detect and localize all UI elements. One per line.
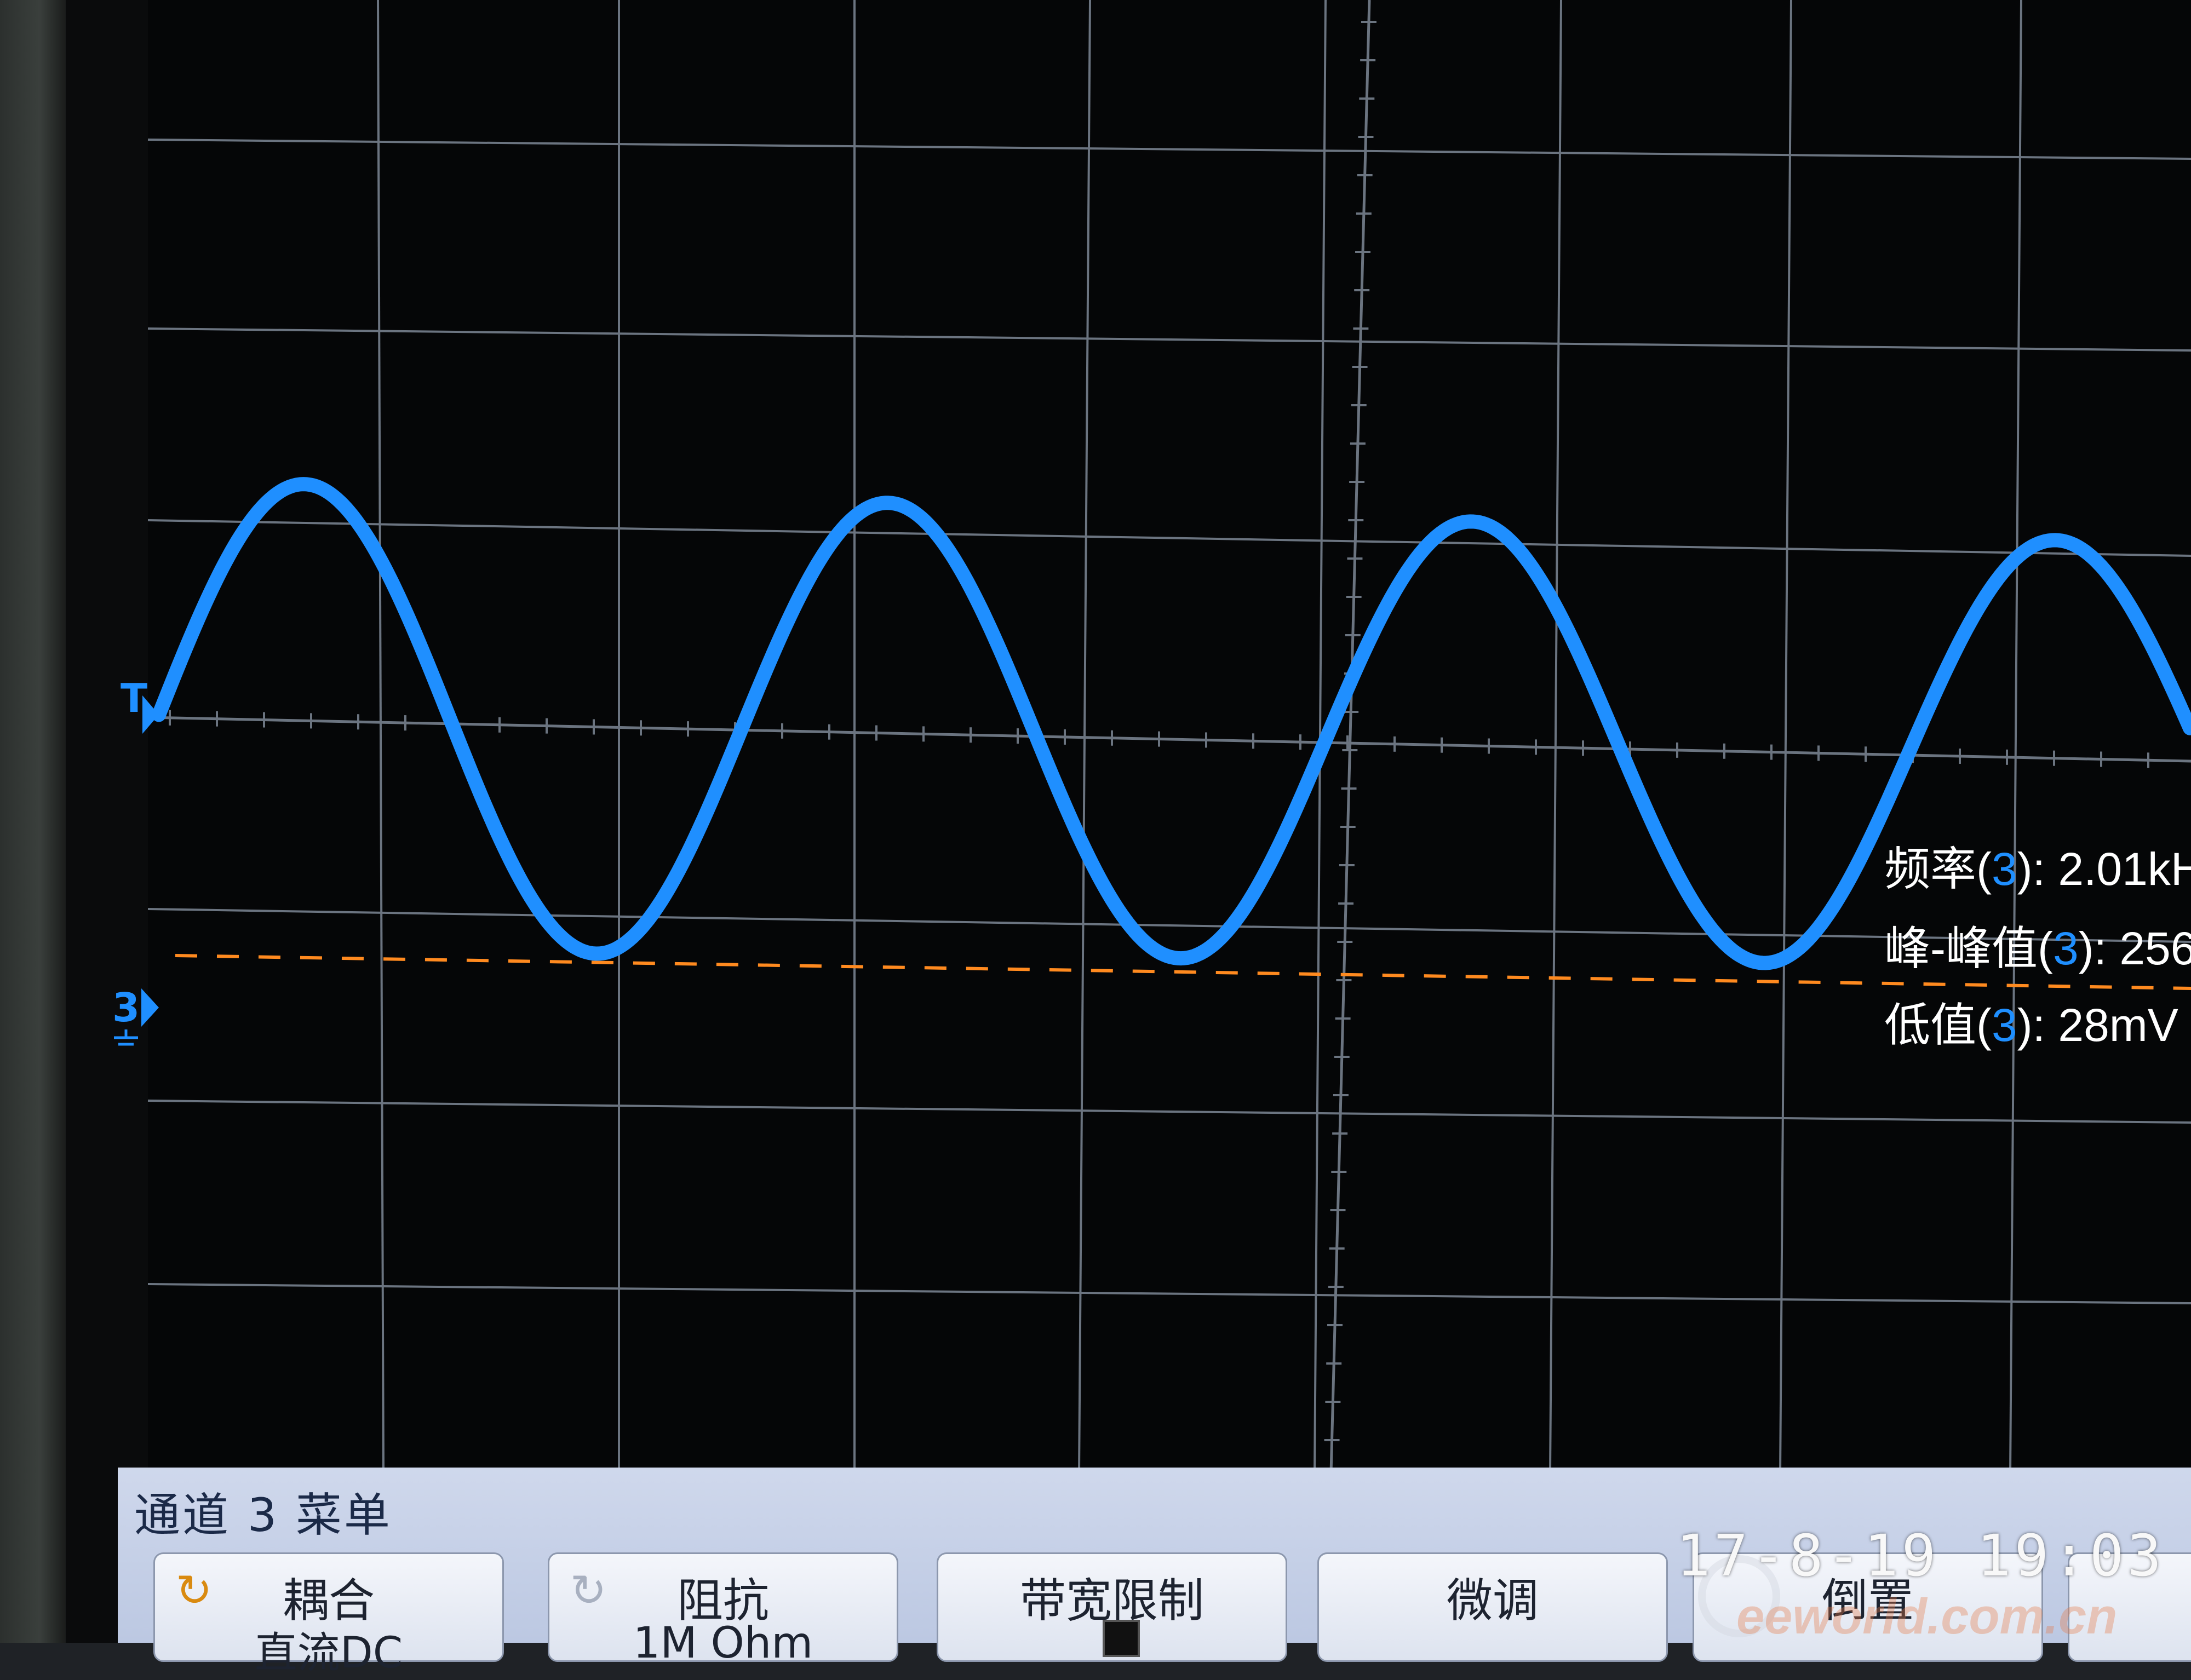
grid-hline <box>147 1100 2191 1124</box>
bandwidth-limit-checkbox[interactable] <box>1103 1620 1140 1657</box>
grid-hline <box>147 519 2191 557</box>
softkey-vernier[interactable]: 微调 <box>1317 1552 1668 1662</box>
grid-vline <box>377 0 385 1474</box>
softkey-coupling[interactable]: ↻ 耦合 直流DC <box>153 1552 504 1678</box>
softkey-bandwidth-limit[interactable]: 带宽限制 <box>937 1552 1287 1662</box>
grid-vline <box>2009 0 2022 1474</box>
softkey-label: 微调 <box>1446 1574 1539 1627</box>
grid-hline <box>147 1283 2191 1304</box>
watermark: eeworld.com.cn <box>1736 1589 2118 1644</box>
trigger-arrow-icon <box>142 695 159 734</box>
measurement-low: 低值(3): 28mV <box>1884 999 2178 1051</box>
monitor-bezel <box>0 0 66 1643</box>
menu-title: 通道 3 菜单 <box>134 1488 392 1542</box>
ground-marker: 3 <box>112 985 140 1031</box>
grid-hline <box>147 139 2191 160</box>
measurement-peak-to-peak: 峰-峰值(3): 256mV <box>1884 923 2191 974</box>
axis-minor-ticks <box>169 21 2149 1441</box>
timestamp: 17-8-19 19:03 <box>1676 1522 2165 1589</box>
measurement-frequency: 频率(3): 2.01kHz <box>1884 843 2191 895</box>
grid-vline <box>1549 0 1562 1474</box>
grid-vline <box>1779 0 1792 1474</box>
softkey-value: 直流DC <box>254 1629 403 1678</box>
ground-arrow-icon <box>141 988 159 1027</box>
grid-hline <box>147 327 2191 352</box>
center-axis-vertical <box>1329 0 1371 1474</box>
softkey-impedance[interactable]: ↻ 阻抗 1M Ohm <box>548 1552 898 1668</box>
screen-border <box>66 0 148 1643</box>
oscilloscope-screen: T 3 频率(3): 2.01kHz 峰-峰值(3): 256mV 低值(3):… <box>112 0 2191 1474</box>
waveform-display: T 3 <box>112 0 2191 1474</box>
softkey-value: 1M Ohm <box>633 1619 813 1668</box>
